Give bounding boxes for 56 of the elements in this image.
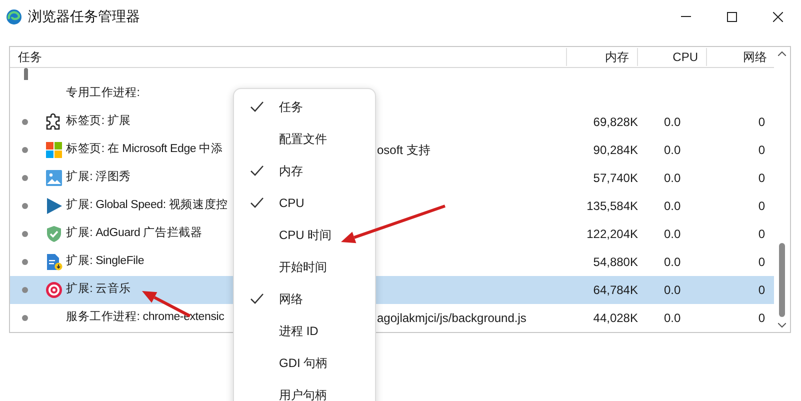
cpu-cell-text: 0.0 [663, 114, 682, 131]
memory-cell-text: 44,028K [592, 310, 638, 327]
task-cell-text: 标签页: 在 Microsoft Edge 中添 [66, 142, 223, 158]
windows-logo-icon [45, 141, 63, 159]
file-download-icon [45, 253, 63, 271]
target-icon [45, 281, 63, 299]
cpu-cell-text: 0.0 [663, 198, 682, 215]
cpu-cell-text: 0.0 [663, 310, 682, 327]
column-header[interactable]: 网络 [707, 48, 773, 66]
network-cell-text: 0 [757, 226, 765, 243]
shield-check-icon [45, 225, 63, 243]
minimize-icon [681, 16, 691, 17]
cpu-cell-text: 0.0 [663, 226, 682, 243]
scrollbar-thumb[interactable] [779, 243, 785, 317]
task-cell-text: 标签页: 扩展 [66, 113, 131, 130]
cpu-cell-text: 0.0 [663, 170, 682, 187]
network-cell-text: 0 [757, 142, 765, 159]
cpu-cell-text: 0.0 [663, 142, 682, 159]
network-cell-text: 0 [757, 198, 765, 215]
column-header[interactable]: 内存 [567, 48, 638, 66]
memory-cell-text: 122,204K [586, 226, 638, 243]
task-cell-text: 扩展: SingleFile [66, 253, 144, 270]
memory-cell-text: 54,880K [592, 254, 638, 271]
memory-cell-text: 69,828K [592, 114, 638, 131]
menu-item[interactable]: GDI 句柄 [234, 347, 375, 379]
memory-cell-text: 135,584K [586, 198, 638, 215]
network-cell-text: 0 [757, 282, 765, 299]
menu-item[interactable]: CPU 时间 [234, 219, 375, 251]
memory-cell-text: 57,740K [592, 170, 638, 187]
task-cell-text: 扩展: AdGuard 广告拦截器 [66, 225, 202, 242]
column-header[interactable]: CPU [638, 48, 707, 66]
memory-cell-text: 64,784K [592, 282, 638, 299]
task-cell-text: 扩展: 浮图秀 [66, 169, 131, 186]
network-cell-text: 0 [757, 114, 765, 131]
column-header[interactable]: 任务 [10, 48, 567, 66]
network-cell-text: 0 [757, 310, 765, 327]
window-title: 浏览器任务管理器 [28, 7, 140, 26]
memory-cell-text: 90,284K [592, 142, 638, 159]
task-cell-text: 专用工作进程: [66, 86, 140, 102]
menu-item[interactable]: 用户句柄 [234, 379, 375, 401]
task-cell-tail: agojlakmjci/js/background.js [377, 310, 526, 327]
browser-logo-icon [6, 8, 22, 24]
image-icon [45, 169, 63, 187]
maximize-icon [727, 12, 737, 22]
cpu-cell-text: 0.0 [663, 254, 682, 271]
cpu-cell-text: 0.0 [663, 282, 682, 299]
play-icon [45, 197, 63, 215]
task-cell-tail: osoft 支持 [377, 142, 430, 159]
close-icon [773, 12, 783, 22]
scroll-up-icon [778, 51, 786, 56]
network-cell-text: 0 [757, 170, 765, 187]
task-cell-text: 服务工作进程: chrome-extensic [66, 310, 224, 326]
task-cell-text: 扩展: 云音乐 [66, 281, 131, 298]
scroll-down-icon [778, 323, 786, 328]
task-cell-text: 扩展: Global Speed: 视频速度控 [66, 197, 228, 214]
network-cell-text: 0 [757, 254, 765, 271]
